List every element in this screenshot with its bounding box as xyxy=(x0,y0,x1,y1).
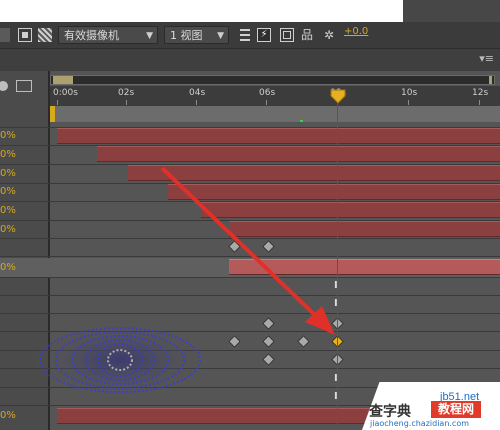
annotation-arrow xyxy=(160,166,335,335)
watermark-cn-left: 查字典 xyxy=(369,404,411,420)
watermark-cn-right: 教程网 xyxy=(431,401,481,418)
watermark-url: jiaocheng.chazidian.com xyxy=(370,419,470,428)
